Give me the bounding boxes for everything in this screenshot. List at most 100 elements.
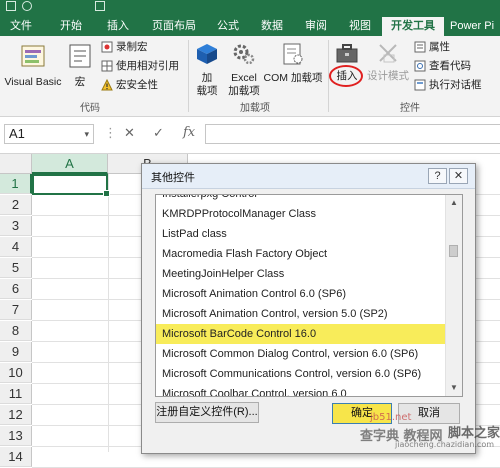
list-item[interactable]: Microsoft Coolbar Control, version 6.0 bbox=[156, 384, 445, 396]
list-item[interactable]: ListPad class bbox=[156, 224, 445, 244]
row-header-9[interactable]: 9 bbox=[0, 342, 32, 362]
row-header-12[interactable]: 12 bbox=[0, 405, 32, 425]
row-header-11[interactable]: 11 bbox=[0, 384, 32, 404]
macros-button[interactable]: 宏 bbox=[66, 42, 94, 89]
row-header-2[interactable]: 2 bbox=[0, 195, 32, 215]
watermark-site: jb51.net bbox=[370, 412, 412, 423]
row-header-5[interactable]: 5 bbox=[0, 258, 32, 278]
help-button[interactable]: ? bbox=[428, 168, 447, 184]
controls-group-label: 控件 bbox=[400, 103, 420, 114]
gears-icon bbox=[233, 44, 255, 65]
tab-file[interactable]: 文件 bbox=[0, 17, 42, 36]
row-header-14[interactable]: 14 bbox=[0, 447, 32, 467]
list-item[interactable]: Microsoft Communications Control, versio… bbox=[156, 364, 445, 384]
excel-addins-label-line1: Excel bbox=[231, 72, 257, 84]
save-icon[interactable] bbox=[6, 1, 16, 11]
list-item[interactable]: Microsoft Common Dialog Control, version… bbox=[156, 344, 445, 364]
fill-handle[interactable] bbox=[103, 190, 110, 197]
scroll-down-icon[interactable]: ▼ bbox=[446, 380, 462, 396]
list-item[interactable]: Macromedia Flash Factory Object bbox=[156, 244, 445, 264]
tab-page-layout[interactable]: 页面布局 bbox=[143, 17, 205, 36]
scroll-up-icon[interactable]: ▲ bbox=[446, 195, 462, 211]
visual-basic-icon bbox=[21, 45, 45, 67]
tab-data[interactable]: 数据 bbox=[252, 17, 292, 36]
design-mode-label: 设计模式 bbox=[367, 70, 409, 82]
column-header-a[interactable]: A bbox=[32, 154, 108, 174]
ribbon: Visual Basic 宏 录制宏 使用相对引用 宏安全性 代码 加 载项 E… bbox=[0, 36, 500, 117]
name-box-dropdown-icon[interactable]: ▾ bbox=[84, 125, 89, 143]
list-item[interactable]: MeetingJoinHelper Class bbox=[156, 264, 445, 284]
relative-reference-button[interactable]: 使用相对引用 bbox=[101, 59, 179, 74]
quick-access-toolbar bbox=[0, 0, 500, 14]
design-mode-icon bbox=[379, 44, 397, 63]
view-code-button[interactable]: 查看代码 bbox=[414, 59, 471, 74]
row-header-8[interactable]: 8 bbox=[0, 321, 32, 341]
formula-input[interactable] bbox=[205, 124, 500, 144]
active-cell-a1[interactable] bbox=[32, 174, 110, 197]
name-box[interactable]: A1 ▾ bbox=[4, 124, 94, 144]
properties-button[interactable]: 属性 bbox=[414, 40, 450, 55]
row-header-10[interactable]: 10 bbox=[0, 363, 32, 383]
row-header-3[interactable]: 3 bbox=[0, 216, 32, 236]
tab-view[interactable]: 视图 bbox=[340, 17, 380, 36]
addins-group-label: 加载项 bbox=[240, 103, 270, 114]
controls-listbox[interactable]: Installerpxg Control KMRDPProtocolManager… bbox=[155, 194, 463, 397]
watermark-cn: 脚本之家 bbox=[448, 426, 500, 441]
insert-function-icon[interactable]: fx bbox=[183, 125, 195, 140]
macro-security-button[interactable]: 宏安全性 bbox=[101, 78, 158, 93]
tab-developer[interactable]: 开发工具 bbox=[382, 17, 444, 36]
list-item[interactable]: KMRDPProtocolManager Class bbox=[156, 204, 445, 224]
watermark-line2: jiaocheng.chazidian.com bbox=[395, 440, 495, 449]
list-item[interactable]: Microsoft Animation Control 6.0 (SP6) bbox=[156, 284, 445, 304]
more-controls-dialog: 其他控件 ? ✕ Installerpxg Control KMRDPProtoc… bbox=[141, 163, 476, 454]
record-macro-button[interactable]: 录制宏 bbox=[101, 40, 148, 55]
macro-security-label: 宏安全性 bbox=[116, 79, 158, 91]
properties-label: 属性 bbox=[429, 41, 450, 53]
cancel-entry-icon[interactable]: ✕ bbox=[124, 125, 135, 141]
tab-power-pivot[interactable]: Power Pi bbox=[450, 17, 500, 36]
com-addins-label: COM 加载项 bbox=[263, 72, 323, 84]
tab-formulas[interactable]: 公式 bbox=[208, 17, 248, 36]
row-header-6[interactable]: 6 bbox=[0, 279, 32, 299]
list-item[interactable]: Microsoft BarCode Control 16.0 bbox=[156, 324, 445, 344]
relative-reference-label: 使用相对引用 bbox=[116, 60, 179, 72]
group-separator bbox=[188, 40, 189, 112]
design-mode-button[interactable]: 设计模式 bbox=[364, 42, 412, 83]
name-box-value: A1 bbox=[9, 126, 25, 141]
addins-label-line1: 加 bbox=[201, 72, 213, 84]
run-dialog-button[interactable]: 执行对话框 bbox=[414, 78, 482, 93]
com-addins-button[interactable]: COM 加载项 bbox=[262, 42, 324, 85]
run-dialog-label: 执行对话框 bbox=[429, 79, 482, 91]
register-custom-control-button[interactable]: 注册自定义控件(R)... bbox=[155, 402, 259, 423]
qat-customize-icon[interactable] bbox=[95, 1, 105, 11]
dialog-title: 其他控件 bbox=[151, 172, 195, 184]
run-dialog-icon bbox=[414, 79, 426, 91]
select-all-corner[interactable] bbox=[0, 154, 32, 174]
row-header-13[interactable]: 13 bbox=[0, 426, 32, 446]
view-code-icon bbox=[414, 60, 426, 72]
enter-entry-icon[interactable]: ✓ bbox=[153, 125, 164, 141]
gridline bbox=[108, 174, 109, 452]
tab-home[interactable]: 开始 bbox=[50, 17, 92, 36]
visual-basic-label: Visual Basic bbox=[4, 76, 62, 88]
undo-icon[interactable] bbox=[22, 1, 32, 11]
listbox-scrollbar[interactable]: ▲ ▼ bbox=[445, 195, 462, 396]
relative-reference-icon bbox=[101, 60, 113, 72]
tab-insert[interactable]: 插入 bbox=[98, 17, 138, 36]
row-header-1[interactable]: 1 bbox=[0, 174, 32, 194]
close-button[interactable]: ✕ bbox=[449, 168, 468, 184]
list-item[interactable]: Installerpxg Control bbox=[156, 195, 445, 204]
list-item[interactable]: Microsoft Animation Control, version 5.0… bbox=[156, 304, 445, 324]
formula-bar: A1 ▾ ⋮ ✕ ✓ fx bbox=[0, 117, 500, 154]
scroll-thumb[interactable] bbox=[449, 245, 458, 257]
more-options-icon: ⋮ bbox=[104, 125, 117, 140]
row-header-7[interactable]: 7 bbox=[0, 300, 32, 320]
tab-review[interactable]: 审阅 bbox=[296, 17, 336, 36]
visual-basic-button[interactable]: Visual Basic bbox=[4, 42, 62, 89]
row-header-4[interactable]: 4 bbox=[0, 237, 32, 257]
addins-button[interactable]: 加 载项 bbox=[193, 42, 221, 98]
annotation-circle bbox=[329, 65, 363, 87]
dialog-title-bar: 其他控件 ? ✕ bbox=[142, 164, 475, 189]
record-macro-icon bbox=[101, 41, 113, 53]
excel-addins-button[interactable]: Excel 加载项 bbox=[226, 42, 262, 98]
